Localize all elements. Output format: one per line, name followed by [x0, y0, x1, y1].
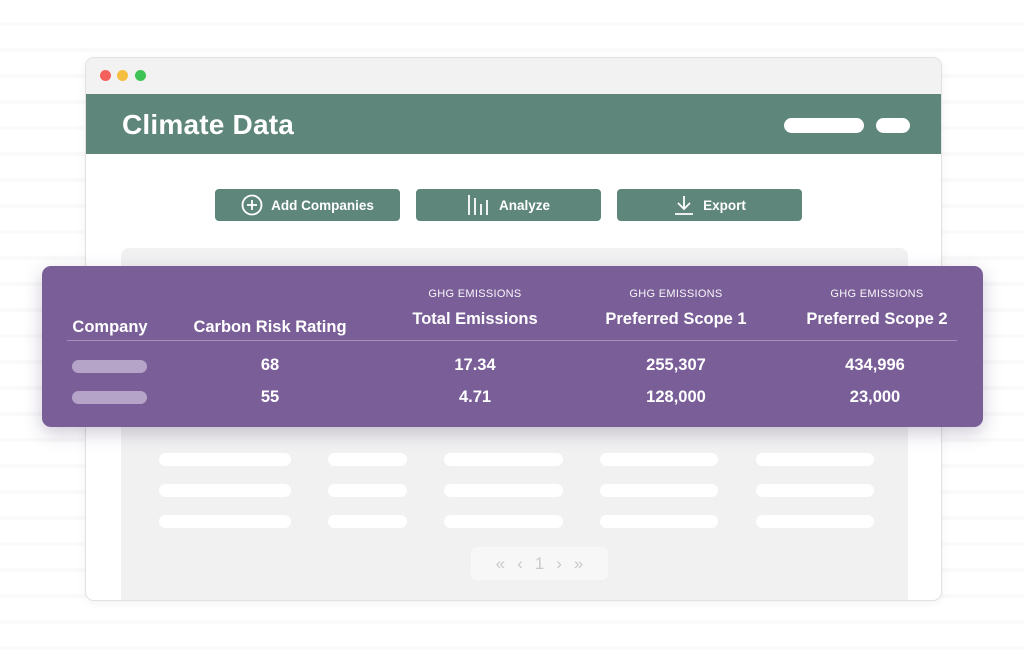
- skeleton-line: [756, 453, 874, 466]
- skeleton-line: [159, 484, 291, 497]
- bar-chart-icon: [467, 194, 491, 216]
- last-page-icon[interactable]: »: [574, 554, 583, 574]
- plus-circle-icon: [241, 194, 263, 216]
- emissions-table-card: Company Carbon Risk Rating GHG EMISSIONS…: [42, 266, 983, 427]
- skeleton-line: [159, 515, 291, 528]
- company-name-placeholder: [72, 391, 147, 404]
- export-button[interactable]: Export: [617, 189, 802, 221]
- column-header-scope2: GHG EMISSIONS Preferred Scope 2: [806, 288, 948, 328]
- export-label: Export: [703, 197, 746, 213]
- close-window-dot[interactable]: [100, 70, 111, 81]
- cell-scope2: 434,996: [845, 356, 905, 374]
- cell-rating: 55: [260, 388, 280, 406]
- minimize-window-dot[interactable]: [117, 70, 128, 81]
- skeleton-line: [444, 515, 563, 528]
- cell-scope1: 255,307: [646, 356, 706, 374]
- company-name-placeholder: [72, 360, 147, 373]
- cell-total: 17.34: [454, 356, 496, 374]
- add-companies-button[interactable]: Add Companies: [215, 189, 400, 221]
- window-titlebar: [86, 58, 941, 94]
- cell-scope2: 23,000: [849, 388, 901, 406]
- next-page-icon[interactable]: ›: [556, 554, 562, 574]
- pagination: « ‹ 1 › »: [471, 547, 608, 580]
- first-page-icon[interactable]: «: [496, 554, 505, 574]
- download-icon: [673, 194, 695, 216]
- skeleton-line: [756, 484, 874, 497]
- cell-total: 4.71: [458, 388, 492, 406]
- cell-scope1: 128,000: [646, 388, 706, 406]
- prev-page-icon[interactable]: ‹: [517, 554, 523, 574]
- header-nav-placeholder[interactable]: [784, 118, 864, 133]
- app-header: Climate Data: [86, 94, 941, 154]
- cell-rating: 68: [260, 356, 280, 374]
- page-title: Climate Data: [122, 109, 295, 140]
- current-page-number[interactable]: 1: [535, 554, 544, 574]
- skeleton-line: [444, 484, 563, 497]
- add-companies-label: Add Companies: [271, 197, 374, 213]
- column-header-total-emissions: GHG EMISSIONS Total Emissions: [412, 288, 538, 328]
- header-divider: [67, 340, 957, 341]
- skeleton-line: [600, 453, 718, 466]
- skeleton-line: [159, 453, 291, 466]
- skeleton-line: [600, 515, 718, 528]
- column-header-scope1: GHG EMISSIONS Preferred Scope 1: [605, 288, 747, 328]
- skeleton-line: [328, 453, 407, 466]
- skeleton-line: [328, 484, 407, 497]
- maximize-window-dot[interactable]: [135, 70, 146, 81]
- analyze-label: Analyze: [498, 197, 551, 213]
- skeleton-line: [756, 515, 874, 528]
- skeleton-line: [600, 484, 718, 497]
- column-header-carbon-risk: Carbon Risk Rating: [193, 318, 347, 336]
- skeleton-line: [328, 515, 407, 528]
- header-button-placeholder[interactable]: [876, 118, 910, 133]
- column-header-company: Company: [72, 318, 148, 336]
- skeleton-line: [444, 453, 563, 466]
- analyze-button[interactable]: Analyze: [416, 189, 601, 221]
